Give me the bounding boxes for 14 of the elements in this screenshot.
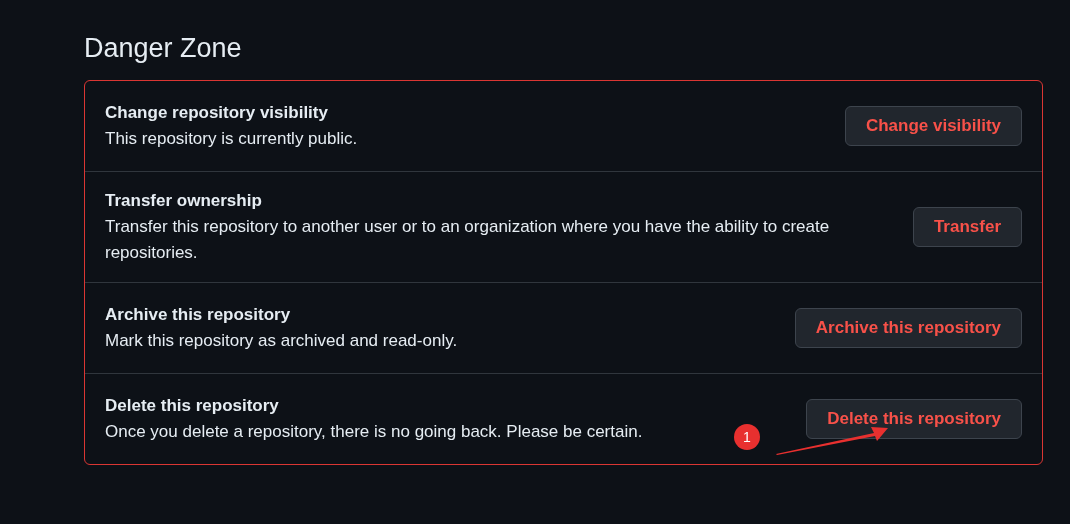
setting-description: Mark this repository as archived and read-only. xyxy=(105,330,458,352)
setting-description: This repository is currently public. xyxy=(105,128,358,150)
danger-button[interactable]: Delete this repository xyxy=(806,399,1022,439)
setting-title: Archive this repository xyxy=(105,304,291,326)
danger-button[interactable]: Archive this repository xyxy=(794,308,1022,348)
danger-button[interactable]: Change visibility xyxy=(844,106,1022,146)
setting-description: Transfer this repository to another user or to an organization where you have the ability to create repositories. xyxy=(105,216,831,264)
danger-button[interactable]: Transfer xyxy=(912,207,1022,247)
setting-title: Change repository visibility xyxy=(105,102,328,124)
annotation-badge: 1 xyxy=(734,424,760,450)
setting-title: Transfer ownership xyxy=(105,190,262,212)
setting-description: Once you delete a repository, there is no going back. Please be certain. xyxy=(105,421,643,443)
setting-title: Delete this repository xyxy=(105,395,279,417)
section-heading: Danger Zone xyxy=(84,32,243,65)
